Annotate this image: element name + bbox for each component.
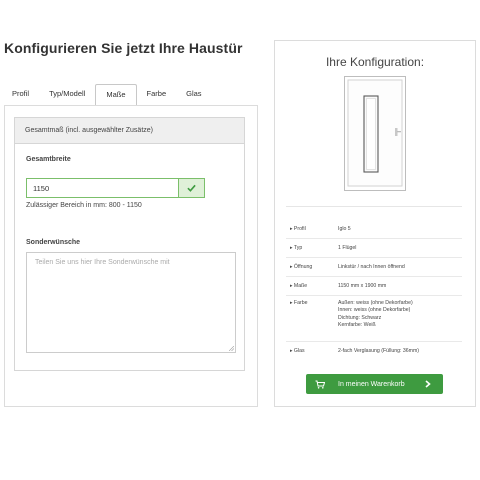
spec-value: Außen: weiss (ohne Dekorfarbe) Innen: we…: [338, 300, 413, 329]
tab-profil[interactable]: Profil: [4, 84, 39, 106]
add-to-cart-button[interactable]: In meinen Warenkorb: [306, 374, 443, 394]
spec-value: Iglo 5: [338, 226, 351, 232]
spec-key: Profil: [286, 226, 338, 238]
width-label: Gesamtbreite: [26, 156, 71, 163]
tab-glas[interactable]: Glas: [176, 84, 211, 106]
config-tabs: Profil Typ/Modell Maße Farbe Glas: [4, 84, 212, 106]
spec-value: 2-fach Verglasung (Füllung: 36mm): [338, 348, 420, 354]
spec-value: Linkstür / nach Innen öffnend: [338, 264, 405, 270]
spec-row-profile: Profil Iglo 5: [286, 220, 462, 239]
spec-value: 1 Flügel: [338, 245, 357, 251]
dimensions-panel-heading: Gesamtmaß (incl. ausgewählter Zusätze): [15, 118, 244, 144]
special-requests-textarea[interactable]: [26, 252, 236, 353]
width-input[interactable]: [27, 179, 178, 197]
width-field-group: [26, 178, 205, 198]
spec-key: Glas: [286, 348, 338, 361]
spec-key: Öffnung: [286, 264, 338, 276]
spec-row-type: Typ 1 Flügel: [286, 239, 462, 258]
spec-row-opening: Öffnung Linkstür / nach Innen öffnend: [286, 258, 462, 277]
range-hint: Zulässiger Bereich in mm: 800 - 1150: [26, 202, 142, 209]
spec-key: Farbe: [286, 300, 338, 341]
tab-masse[interactable]: Maße: [95, 84, 137, 106]
spec-row-dimensions: Maße 1150 mm x 1900 mm: [286, 277, 462, 296]
special-requests-label: Sonderwünsche: [26, 239, 81, 246]
spec-row-glass: Glas 2-fach Verglasung (Füllung: 36mm): [286, 342, 462, 361]
page-title: Konfigurieren Sie jetzt Ihre Haustür: [4, 40, 243, 56]
spec-key: Maße: [286, 283, 338, 295]
tab-typ-modell[interactable]: Typ/Modell: [39, 84, 95, 106]
door-preview-image: [344, 76, 406, 191]
spec-row-color: Farbe Außen: weiss (ohne Dekorfarbe) Inn…: [286, 296, 462, 342]
spec-value: 1150 mm x 1900 mm: [338, 283, 387, 289]
spec-key: Typ: [286, 245, 338, 257]
summary-spec-list: Profil Iglo 5 Typ 1 Flügel Öffnung Links…: [286, 220, 462, 361]
summary-divider: [286, 206, 462, 207]
cart-icon: [315, 380, 325, 389]
tab-farbe[interactable]: Farbe: [137, 84, 177, 106]
summary-title: Ihre Konfiguration:: [325, 55, 425, 69]
check-icon: [178, 179, 204, 197]
add-to-cart-label: In meinen Warenkorb: [338, 380, 405, 388]
resize-grip-icon[interactable]: [229, 346, 234, 351]
chevron-right-icon: [425, 380, 431, 388]
